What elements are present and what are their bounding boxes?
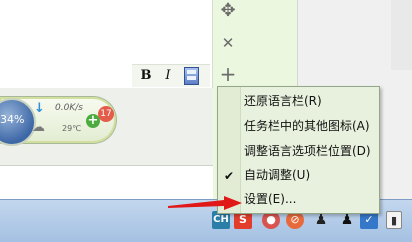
network-speed-label: 0.0K/s <box>55 103 83 113</box>
language-bar-context-menu: 还原语言栏(R) 任务栏中的其他图标(A) 调整语言选项栏位置(D) ✔ 自动调… <box>217 86 380 214</box>
red-pointer-arrow-icon <box>168 196 242 210</box>
move-icon[interactable]: ✥ <box>217 0 239 22</box>
close-icon[interactable]: ✕ <box>217 32 239 54</box>
menu-icon-gutter <box>218 87 241 213</box>
notification-count-badge[interactable]: 17 <box>98 106 114 122</box>
add-icon[interactable]: + <box>217 63 239 85</box>
weather-cloud-icon: ☁ <box>32 120 45 135</box>
italic-button[interactable]: I <box>160 68 176 84</box>
input-field-area[interactable] <box>0 165 213 200</box>
insert-image-icon[interactable] <box>184 67 199 85</box>
menu-item-settings[interactable]: 设置(E)... <box>244 189 376 210</box>
check-icon: ✔ <box>224 169 235 183</box>
temperature-label: 29℃ <box>62 124 82 133</box>
format-toolbar: B I <box>132 64 210 87</box>
menu-item-other-taskbar-icons[interactable]: 任务栏中的其他图标(A) <box>244 116 376 137</box>
scrollbar[interactable] <box>391 0 412 70</box>
download-arrow-icon: ↓ <box>34 101 45 116</box>
bold-button[interactable]: B <box>138 68 154 84</box>
menu-item-adjust-bar-position[interactable]: 调整语言选项栏位置(D) <box>244 141 376 162</box>
action-center-icon[interactable]: ▮ <box>386 211 402 229</box>
memory-percent-label: 34% <box>0 113 25 126</box>
menu-item-auto-adjust[interactable]: 自动调整(U) <box>244 165 376 186</box>
menu-item-restore-language-bar[interactable]: 还原语言栏(R) <box>244 91 376 112</box>
